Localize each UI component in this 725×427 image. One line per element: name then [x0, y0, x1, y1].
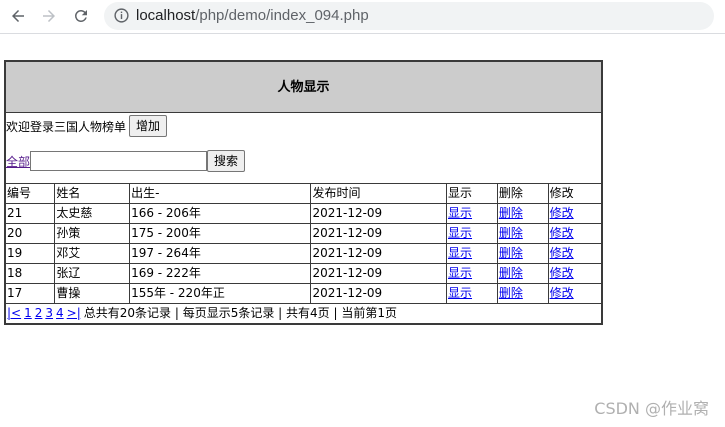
edit-link[interactable]: 修改 [550, 206, 574, 220]
table-row: 20 孙策 175 - 200年 2021-12-09 显示 删除 修改 [4, 223, 603, 244]
edit-link[interactable]: 修改 [550, 286, 574, 300]
cell-delete: 删除 [496, 243, 549, 264]
delete-link[interactable]: 删除 [499, 246, 523, 260]
cell-date: 2021-12-09 [310, 223, 447, 244]
show-link[interactable]: 显示 [448, 206, 472, 220]
url-text[interactable]: localhost/php/demo/index_094.php [136, 7, 369, 25]
cell-edit: 修改 [547, 263, 603, 284]
search-button[interactable]: 搜索 [207, 150, 246, 172]
cell-edit: 修改 [547, 283, 603, 304]
table-row: 17 曹操 155年 - 220年正 2021-12-09 显示 删除 修改 [4, 283, 603, 304]
cell-id: 19 [4, 243, 56, 264]
col-header-show: 显示 [446, 183, 498, 204]
reload-icon [74, 9, 87, 22]
welcome-row: 欢迎登录三国人物榜单 增加 [6, 114, 601, 138]
cell-delete: 删除 [496, 203, 549, 224]
table-row: 19 邓艾 197 - 264年 2021-12-09 显示 删除 修改 [4, 243, 603, 264]
table-row: 21 太史慈 166 - 206年 2021-12-09 显示 删除 修改 [4, 203, 603, 224]
cell-id: 17 [4, 283, 56, 304]
delete-link[interactable]: 删除 [499, 266, 523, 280]
cell-date: 2021-12-09 [310, 283, 447, 304]
cell-birth: 175 - 200年 [129, 223, 312, 244]
cell-date: 2021-12-09 [310, 203, 447, 224]
cell-name: 邓艾 [54, 243, 131, 264]
add-button[interactable]: 增加 [129, 115, 168, 137]
address-bar[interactable]: localhost/php/demo/index_094.php [104, 2, 714, 30]
arrow-left-icon [12, 10, 24, 22]
all-link[interactable]: 全部 [6, 153, 30, 170]
cell-show: 显示 [446, 263, 498, 284]
info-icon[interactable] [113, 7, 130, 24]
cell-birth: 197 - 264年 [129, 243, 312, 264]
cell-show: 显示 [446, 283, 498, 304]
col-header-id: 编号 [4, 183, 56, 204]
search-row: 全部 搜索 [6, 149, 601, 173]
cell-delete: 删除 [496, 223, 549, 244]
cell-delete: 删除 [496, 283, 549, 304]
cell-name: 孙策 [54, 223, 131, 244]
show-link[interactable]: 显示 [448, 266, 472, 280]
toolbar-divider [0, 33, 725, 34]
pager-page-link[interactable]: 1 [24, 306, 32, 320]
delete-link[interactable]: 删除 [499, 226, 523, 240]
people-table: 人物显示 欢迎登录三国人物榜单 增加 全部 搜索 编号 姓名 出生- 发布时间 … [4, 60, 603, 325]
edit-link[interactable]: 修改 [550, 246, 574, 260]
cell-delete: 删除 [496, 263, 549, 284]
col-header-edit: 修改 [547, 183, 603, 204]
cell-show: 显示 [446, 223, 498, 244]
show-link[interactable]: 显示 [448, 286, 472, 300]
cell-name: 曹操 [54, 283, 131, 304]
col-header-name: 姓名 [54, 183, 131, 204]
cell-edit: 修改 [547, 243, 603, 264]
edit-link[interactable]: 修改 [550, 226, 574, 240]
url-path: /php/demo/index_094.php [195, 7, 369, 24]
cell-birth: 169 - 222年 [129, 263, 312, 284]
show-link[interactable]: 显示 [448, 246, 472, 260]
header-row: 编号 姓名 出生- 发布时间 显示 删除 修改 [4, 183, 603, 204]
search-input[interactable] [30, 151, 208, 171]
col-header-birth: 出生- [129, 183, 312, 204]
table-row: 18 张辽 169 - 222年 2021-12-09 显示 删除 修改 [4, 263, 603, 284]
reload-button[interactable] [70, 5, 92, 27]
url-host: localhost [136, 7, 196, 24]
cell-id: 20 [4, 223, 56, 244]
pager-summary: 总共有20条记录 | 每页显示5条记录 | 共有4页 | 当前第1页 [83, 306, 397, 320]
edit-link[interactable]: 修改 [550, 266, 574, 280]
page-content: 人物显示 欢迎登录三国人物榜单 增加 全部 搜索 编号 姓名 出生- 发布时间 … [4, 60, 603, 325]
pager-page-link[interactable]: 3 [45, 306, 53, 320]
cell-id: 18 [4, 263, 56, 284]
cell-edit: 修改 [547, 223, 603, 244]
table-title: 人物显示 [4, 60, 603, 113]
cell-birth: 166 - 206年 [129, 203, 312, 224]
pager: |< 1 2 3 4 >| 总共有20条记录 | 每页显示5条记录 | 共有4页 | 当前第… [4, 303, 603, 325]
forward-button[interactable] [38, 5, 60, 27]
arrow-right-icon [43, 10, 55, 22]
col-header-delete: 删除 [496, 183, 549, 204]
cell-birth: 155年 - 220年正 [129, 283, 312, 304]
controls-cell: 欢迎登录三国人物榜单 增加 全部 搜索 [4, 112, 603, 184]
pager-last-link[interactable]: >| [67, 306, 81, 320]
cell-show: 显示 [446, 243, 498, 264]
cell-show: 显示 [446, 203, 498, 224]
welcome-text: 欢迎登录三国人物榜单 [6, 119, 127, 134]
col-header-date: 发布时间 [310, 183, 447, 204]
watermark: CSDN @作业窝 [594, 399, 709, 418]
cell-date: 2021-12-09 [310, 263, 447, 284]
cell-edit: 修改 [547, 203, 603, 224]
pager-page-link[interactable]: 4 [56, 306, 64, 320]
cell-name: 张辽 [54, 263, 131, 284]
back-button[interactable] [7, 5, 29, 27]
cell-date: 2021-12-09 [310, 243, 447, 264]
pager-page-link[interactable]: 2 [35, 306, 43, 320]
pager-first-link[interactable]: |< [7, 306, 21, 320]
show-link[interactable]: 显示 [448, 226, 472, 240]
delete-link[interactable]: 删除 [499, 286, 523, 300]
cell-id: 21 [4, 203, 56, 224]
delete-link[interactable]: 删除 [499, 206, 523, 220]
browser-toolbar: localhost/php/demo/index_094.php [0, 0, 725, 32]
cell-name: 太史慈 [54, 203, 131, 224]
